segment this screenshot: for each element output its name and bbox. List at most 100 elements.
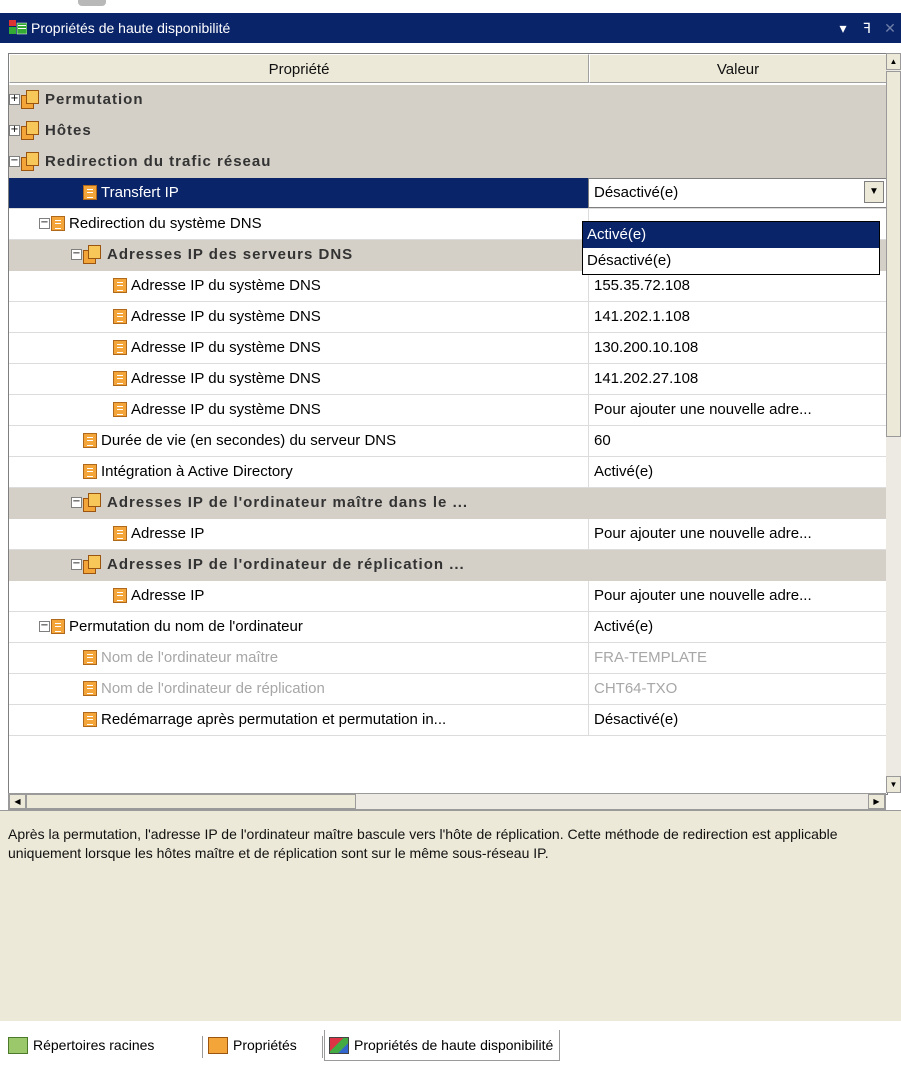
tab-label: Répertoires racines xyxy=(33,1037,155,1053)
close-icon[interactable]: ✕ xyxy=(879,20,901,37)
property-name: Adresse IP xyxy=(131,525,205,542)
vertical-scrollbar[interactable]: ▲ ▼ xyxy=(886,53,901,793)
drag-grip[interactable] xyxy=(78,0,106,6)
ha-properties-icon xyxy=(9,19,28,38)
property-name: Intégration à Active Directory xyxy=(101,463,293,480)
property-name: Redirection du trafic réseau xyxy=(45,153,272,170)
property-name: Adresses IP des serveurs DNS xyxy=(107,246,354,263)
property-value[interactable]: 141.202.27.108 xyxy=(588,364,887,394)
property-name: Redémarrage après permutation et permuta… xyxy=(101,711,447,728)
property-name: Adresse IP du système DNS xyxy=(131,277,321,294)
property-category-icon xyxy=(21,121,41,140)
scroll-up-icon[interactable]: ▲ xyxy=(886,53,901,70)
property-icon xyxy=(113,526,127,541)
property-name: Transfert IP xyxy=(101,184,179,201)
panel-titlebar: Propriétés de haute disponibilité ▾ ꟻ ✕ xyxy=(0,13,901,43)
dropdown-arrow-icon[interactable]: ▼ xyxy=(864,181,884,203)
property-row[interactable]: Adresse IP du système DNS 141.202.1.108 xyxy=(9,302,887,333)
column-headers: Propriété Valeur xyxy=(9,54,887,85)
property-value[interactable]: Pour ajouter une nouvelle adre... xyxy=(588,581,887,611)
dropdown-option-inactive[interactable]: Désactivé(e) xyxy=(583,248,879,274)
property-row[interactable]: Durée de vie (en secondes) du serveur DN… xyxy=(9,426,887,457)
tab-separator xyxy=(322,1036,323,1058)
collapse-icon[interactable]: − xyxy=(9,156,20,167)
property-icon xyxy=(51,216,65,231)
property-row[interactable]: Nom de l'ordinateur maître FRA-TEMPLATE xyxy=(9,643,887,674)
property-name: Adresses IP de l'ordinateur de réplicati… xyxy=(107,556,465,573)
horizontal-scroll-thumb[interactable] xyxy=(26,794,356,809)
property-name: Adresse IP du système DNS xyxy=(131,401,321,418)
property-category-icon xyxy=(83,245,103,264)
property-icon xyxy=(83,712,97,727)
property-value[interactable]: Activé(e) xyxy=(588,457,887,487)
scroll-left-icon[interactable]: ◀ xyxy=(9,794,26,809)
property-row[interactable]: Intégration à Active Directory Activé(e) xyxy=(9,457,887,488)
property-icon xyxy=(113,402,127,417)
horizontal-scrollbar[interactable]: ◀ ▶ xyxy=(8,793,886,810)
property-value[interactable]: Désactivé(e) xyxy=(588,705,887,735)
expand-icon[interactable]: + xyxy=(9,94,20,105)
property-value[interactable]: Pour ajouter une nouvelle adre... xyxy=(588,519,887,549)
property-value[interactable]: FRA-TEMPLATE xyxy=(588,643,887,673)
pin-icon[interactable]: ꟻ xyxy=(855,20,879,37)
property-name: Permutation xyxy=(45,91,144,108)
panel-menu-dropdown-icon[interactable]: ▾ xyxy=(831,20,855,37)
properties-icon xyxy=(208,1036,228,1054)
vertical-scroll-thumb[interactable] xyxy=(886,71,901,437)
scroll-right-icon[interactable]: ▶ xyxy=(868,794,885,809)
property-name: Adresse IP du système DNS xyxy=(131,339,321,356)
property-row[interactable]: Redémarrage après permutation et permuta… xyxy=(9,705,887,736)
property-name: Nom de l'ordinateur maître xyxy=(101,649,279,666)
property-row[interactable]: Adresse IP du système DNS Pour ajouter un… xyxy=(9,395,887,426)
property-row[interactable]: Adresse IP Pour ajouter une nouvelle adre… xyxy=(9,581,887,612)
property-row[interactable]: Nom de l'ordinateur de réplication CHT64-… xyxy=(9,674,887,705)
property-icon xyxy=(113,278,127,293)
dropdown-current-value: Désactivé(e) xyxy=(594,184,679,201)
property-value[interactable]: Activé(e) xyxy=(588,612,887,642)
property-row[interactable]: Transfert IP Désactivé(e) ▼ xyxy=(9,178,887,209)
collapse-icon[interactable]: − xyxy=(71,497,82,508)
property-value[interactable]: 60 xyxy=(588,426,887,456)
property-value[interactable]: 141.202.1.108 xyxy=(588,302,887,332)
property-row[interactable]: Adresse IP du système DNS 130.200.10.108 xyxy=(9,333,887,364)
property-value[interactable]: 130.200.10.108 xyxy=(588,333,887,363)
property-icon xyxy=(83,185,97,200)
column-header-value[interactable]: Valeur xyxy=(589,54,887,83)
property-value[interactable]: Pour ajouter une nouvelle adre... xyxy=(588,395,887,425)
value-dropdown[interactable]: Désactivé(e) ▼ xyxy=(588,178,887,208)
category-row[interactable]: + Permutation xyxy=(9,85,887,116)
property-row[interactable]: Adresse IP du système DNS 155.35.72.108 xyxy=(9,271,887,302)
dropdown-option-active[interactable]: Activé(e) xyxy=(583,222,879,248)
tab-ha-properties[interactable]: Propriétés de haute disponibilité xyxy=(324,1030,561,1061)
collapse-icon[interactable]: − xyxy=(39,621,50,632)
property-category-icon xyxy=(83,493,103,512)
description-text: Après la permutation, l'adresse IP de l'… xyxy=(8,826,838,861)
folder-icon xyxy=(8,1036,28,1054)
collapse-icon[interactable]: − xyxy=(71,249,82,260)
scroll-down-icon[interactable]: ▼ xyxy=(886,776,901,793)
column-header-property[interactable]: Propriété xyxy=(9,54,589,83)
property-icon xyxy=(83,433,97,448)
property-row[interactable]: Adresse IP du système DNS 141.202.27.108 xyxy=(9,364,887,395)
dropdown-list: Activé(e) Désactivé(e) xyxy=(582,221,880,275)
property-row[interactable]: Adresse IP Pour ajouter une nouvelle adre… xyxy=(9,519,887,550)
property-icon xyxy=(113,588,127,603)
property-name: Permutation du nom de l'ordinateur xyxy=(69,618,303,635)
expand-icon[interactable]: + xyxy=(9,125,20,136)
property-value[interactable]: 155.35.72.108 xyxy=(588,271,887,301)
ha-properties-icon xyxy=(329,1036,349,1054)
tab-properties[interactable]: Propriétés xyxy=(208,1030,297,1060)
collapse-icon[interactable]: − xyxy=(39,218,50,229)
property-name: Redirection du système DNS xyxy=(69,215,262,232)
collapse-icon[interactable]: − xyxy=(71,559,82,570)
category-row[interactable]: − Adresses IP de l'ordinateur de réplicat… xyxy=(9,550,887,581)
property-value[interactable]: CHT64-TXO xyxy=(588,674,887,704)
property-name: Adresse IP du système DNS xyxy=(131,370,321,387)
category-row[interactable]: − Redirection du trafic réseau xyxy=(9,147,887,178)
category-row[interactable]: − Adresses IP de l'ordinateur maître dans… xyxy=(9,488,887,519)
tab-separator xyxy=(202,1036,203,1058)
category-row[interactable]: + Hôtes xyxy=(9,116,887,147)
tab-root-directories[interactable]: Répertoires racines xyxy=(8,1030,154,1060)
property-row[interactable]: − Permutation du nom de l'ordinateur Activ… xyxy=(9,612,887,643)
property-name: Durée de vie (en secondes) du serveur DN… xyxy=(101,432,397,449)
